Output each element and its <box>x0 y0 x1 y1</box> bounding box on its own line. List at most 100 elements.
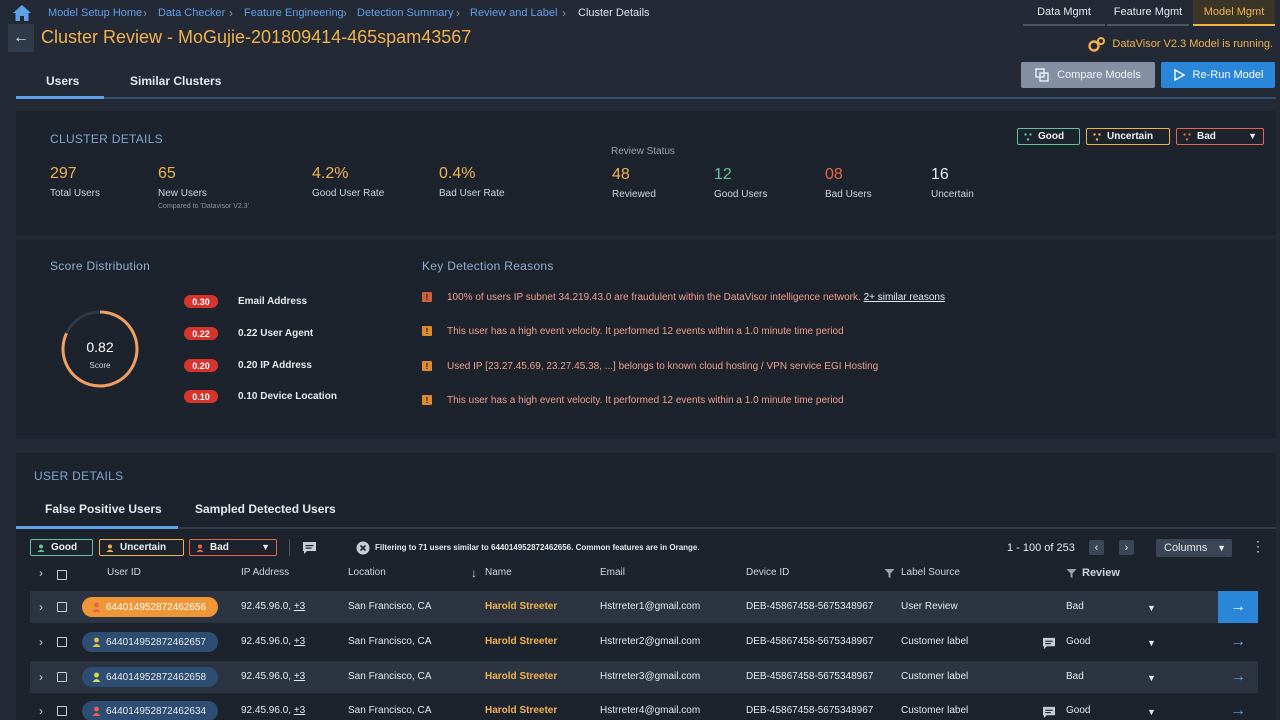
breadcrumb-feature-engineering[interactable]: Feature Engineering <box>244 7 344 19</box>
ip-more-link[interactable]: +3 <box>294 601 305 612</box>
tab-similar-clusters[interactable]: Similar Clusters <box>130 74 221 88</box>
cluster-details-title: CLUSTER DETAILS <box>50 132 163 146</box>
row-checkbox[interactable] <box>57 672 67 682</box>
clear-filter-icon[interactable] <box>356 541 370 555</box>
columns-dropdown[interactable]: Columns ▼ <box>1156 539 1232 557</box>
expand-row-icon[interactable]: › <box>39 670 43 684</box>
breadcrumb-review-and-label[interactable]: Review and Label <box>470 7 557 19</box>
header-user-id[interactable]: User ID <box>107 567 141 578</box>
user-filter-good-chip[interactable]: Good <box>30 539 93 556</box>
header-device-id[interactable]: Device ID <box>746 567 789 578</box>
caret-down-icon[interactable]: ▼ <box>1147 603 1156 613</box>
row-checkbox[interactable] <box>57 637 67 647</box>
reason-text-1: 100% of users IP subnet 34.219.43.0 are … <box>447 292 861 303</box>
header-review[interactable]: Review <box>1082 567 1120 579</box>
breadcrumb-data-checker[interactable]: Data Checker <box>158 7 225 19</box>
table-row[interactable]: › 644014952872462634 92.45.96.0, +3 San … <box>30 695 1258 720</box>
caret-down-icon[interactable]: ▼ <box>1147 707 1156 717</box>
toolbar-divider <box>289 539 290 556</box>
filter-icon[interactable] <box>1066 568 1077 579</box>
user-filter-bad-label: Bad <box>210 542 229 553</box>
header-label-source[interactable]: Label Source <box>901 567 960 578</box>
nav-data-mgmt[interactable]: Data Mgmt <box>1023 0 1105 26</box>
review-select[interactable]: Good <box>1066 705 1090 716</box>
review-select[interactable]: Bad <box>1066 601 1084 612</box>
breadcrumb-model-setup-home[interactable]: Model Setup Home <box>48 7 142 19</box>
open-user-arrow-icon[interactable]: → <box>1218 626 1258 658</box>
tab-users[interactable]: Users <box>46 74 79 88</box>
row-checkbox[interactable] <box>57 706 67 716</box>
expand-row-icon[interactable]: › <box>39 600 43 614</box>
breadcrumb-detection-summary[interactable]: Detection Summary <box>357 7 454 19</box>
similar-reasons-link[interactable]: 2+ similar reasons <box>864 292 945 303</box>
user-icon <box>196 544 204 552</box>
factor-label: 0.22 User Agent <box>238 328 314 339</box>
bad-user-rate-label: Bad User Rate <box>439 188 505 199</box>
user-filter-uncertain-chip[interactable]: Uncertain <box>99 539 184 556</box>
sort-desc-icon[interactable]: ↓ <box>471 566 477 580</box>
user-id-text: 644014952872462656 <box>106 601 207 613</box>
device-cell: DEB-45867458-5675348967 <box>746 636 874 647</box>
ip-more-link[interactable]: +3 <box>294 636 305 647</box>
header-ip-address[interactable]: IP Address <box>241 567 289 578</box>
more-options-icon[interactable]: ⋮ <box>1251 538 1265 555</box>
back-arrow-icon[interactable]: ← <box>8 24 34 52</box>
uncertain-label: Uncertain <box>931 189 974 200</box>
ip-more-link[interactable]: +3 <box>294 705 305 716</box>
key-detection-reasons-title: Key Detection Reasons <box>422 259 554 273</box>
prev-page-button[interactable]: ‹ <box>1089 540 1104 555</box>
select-all-checkbox[interactable] <box>57 570 67 580</box>
filter-good-chip[interactable]: Good <box>1017 128 1080 145</box>
expand-row-icon[interactable]: › <box>39 635 43 649</box>
chevron-right-icon: › <box>343 6 347 20</box>
review-select[interactable]: Bad <box>1066 671 1084 682</box>
comment-icon[interactable] <box>1042 637 1056 650</box>
filter-bad-dropdown[interactable]: Bad ▼ <box>1176 128 1264 145</box>
open-user-arrow-icon[interactable]: → <box>1218 591 1258 623</box>
rerun-model-button[interactable]: Re-Run Model <box>1161 62 1275 88</box>
chevron-left-icon: ‹ <box>1094 541 1099 554</box>
ip-more-link[interactable]: +3 <box>294 671 305 682</box>
header-location[interactable]: Location <box>348 567 386 578</box>
row-checkbox[interactable] <box>57 602 67 612</box>
chevron-right-icon: › <box>229 6 233 20</box>
factor-score-badge: 0.22 <box>184 327 218 340</box>
expand-row-icon[interactable]: › <box>39 704 43 718</box>
table-row[interactable]: › 644014952872462656 92.45.96.0, +3 San … <box>30 591 1258 623</box>
tab-divider <box>16 97 1276 99</box>
user-id-pill[interactable]: 644014952872462656 <box>82 597 218 617</box>
filter-uncertain-chip[interactable]: Uncertain <box>1086 128 1170 145</box>
user-id-pill[interactable]: 644014952872462634 <box>82 701 218 720</box>
label-source-cell: Customer label <box>901 671 969 682</box>
table-row[interactable]: › 644014952872462658 92.45.96.0, +3 San … <box>30 661 1258 693</box>
tab-false-positive-users[interactable]: False Positive Users <box>45 502 162 516</box>
caret-down-icon[interactable]: ▼ <box>1147 673 1156 683</box>
label-source-cell: Customer label <box>901 705 969 716</box>
label-source-cell: User Review <box>901 601 958 612</box>
user-id-pill[interactable]: 644014952872462657 <box>82 632 218 652</box>
comment-icon[interactable] <box>1042 706 1056 719</box>
open-user-arrow-icon[interactable]: → <box>1218 695 1258 720</box>
compare-models-button[interactable]: Compare Models <box>1021 62 1155 88</box>
nav-feature-mgmt[interactable]: Feature Mgmt <box>1107 0 1189 26</box>
user-icon <box>92 637 101 647</box>
review-status-label: Review Status <box>611 146 675 157</box>
home-icon[interactable] <box>12 4 32 22</box>
review-select[interactable]: Good <box>1066 636 1090 647</box>
next-page-button[interactable]: › <box>1119 540 1134 555</box>
open-user-arrow-icon[interactable]: → <box>1218 661 1258 693</box>
chevron-right-icon: › <box>562 6 566 20</box>
nav-model-mgmt[interactable]: Model Mgmt <box>1193 0 1275 26</box>
breadcrumb-cluster-details: Cluster Details <box>578 7 650 19</box>
tab-sampled-detected-users[interactable]: Sampled Detected Users <box>195 502 336 516</box>
table-row[interactable]: › 644014952872462657 92.45.96.0, +3 San … <box>30 626 1258 658</box>
header-name[interactable]: Name <box>485 567 512 578</box>
header-email[interactable]: Email <box>600 567 625 578</box>
expand-all-icon[interactable]: › <box>39 566 43 580</box>
caret-down-icon: ▼ <box>261 542 270 552</box>
user-filter-bad-dropdown[interactable]: Bad ▼ <box>189 539 277 556</box>
filter-icon[interactable] <box>884 568 895 579</box>
user-id-pill[interactable]: 644014952872462658 <box>82 667 218 687</box>
caret-down-icon[interactable]: ▼ <box>1147 638 1156 648</box>
comment-icon[interactable] <box>302 541 317 555</box>
